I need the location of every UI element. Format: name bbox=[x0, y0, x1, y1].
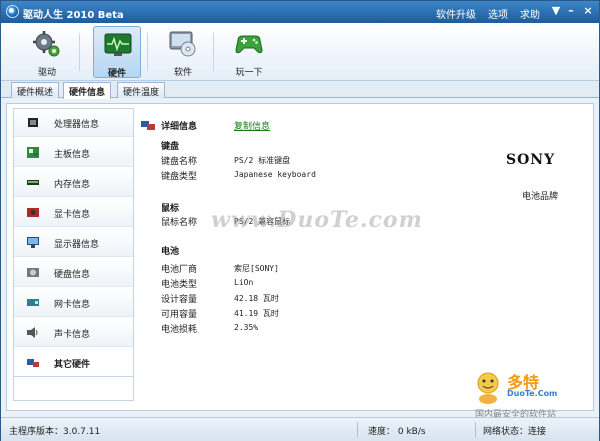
sidebar-item-label: 内存信息 bbox=[54, 180, 91, 190]
memory-icon bbox=[27, 180, 39, 185]
info-label: 键盘名称 bbox=[161, 157, 198, 167]
sidebar-item-monitor[interactable]: 显示器信息 bbox=[14, 229, 133, 257]
status-bar: 主程序版本：3.0.7.11 速度： 0 kB/s 网络状态：连接 bbox=[1, 417, 599, 441]
graphics-card-icon bbox=[27, 208, 39, 217]
site-watermark: www.DuoTe.com bbox=[211, 207, 423, 233]
info-label: 键盘类型 bbox=[161, 172, 198, 182]
close-icon[interactable]: × bbox=[581, 4, 595, 17]
toolbar-label: 驱动 bbox=[37, 68, 56, 78]
motherboard-icon bbox=[27, 147, 39, 158]
copy-info-link[interactable]: 复制信息 bbox=[234, 119, 270, 132]
info-label: 可用容量 bbox=[161, 310, 198, 320]
hard-disk-icon bbox=[27, 268, 39, 277]
menu-options[interactable]: 选项 bbox=[488, 6, 508, 21]
other-hardware-icon bbox=[27, 359, 39, 367]
section-mouse-title: 鼠标 bbox=[161, 204, 180, 214]
sidebar-item-motherboard[interactable]: 主板信息 bbox=[14, 139, 133, 167]
toolbar-label: 玩一下 bbox=[235, 68, 263, 78]
speed-status: 速度： 0 kB/s bbox=[368, 427, 426, 437]
minimize-icon[interactable]: – bbox=[564, 4, 578, 17]
gears-icon bbox=[33, 31, 60, 57]
toolbar-hardware-button[interactable]: 硬件 bbox=[93, 26, 141, 79]
toolbar-software-button[interactable]: 软件 bbox=[159, 26, 207, 78]
sidebar-item-label: 硬盘信息 bbox=[54, 270, 91, 280]
sidebar-item-label: 处理器信息 bbox=[54, 120, 100, 130]
toolbar-divider bbox=[213, 33, 214, 71]
duote-corner-logo: 多特 DuoTe.Com 国内最安全的软件站 bbox=[469, 367, 599, 421]
sidebar-item-label: 声卡信息 bbox=[54, 330, 91, 340]
info-value: LiOn bbox=[234, 278, 254, 287]
toolbar-divider bbox=[79, 33, 80, 71]
main-toolbar: 驱动 硬件 软件 玩一下 bbox=[1, 23, 599, 81]
sound-card-icon bbox=[27, 327, 38, 338]
info-value: 41.19 瓦时 bbox=[234, 309, 279, 318]
hardware-monitor-icon bbox=[104, 33, 132, 56]
sidebar-item-label: 主板信息 bbox=[54, 150, 91, 160]
sidebar-item-cpu[interactable]: 处理器信息 bbox=[14, 109, 133, 137]
info-label: 设计容量 bbox=[161, 295, 198, 305]
tab-hardware-overview[interactable]: 硬件概述 bbox=[11, 82, 60, 98]
tab-hardware-info[interactable]: 硬件信息 bbox=[63, 82, 112, 99]
info-value: 2.35% bbox=[234, 323, 259, 332]
sidebar-item-label: 显示器信息 bbox=[54, 240, 100, 250]
menu-software-upgrade[interactable]: 软件升级 bbox=[436, 6, 476, 21]
network-card-icon bbox=[27, 299, 39, 306]
sidebar-item-sound-card[interactable]: 声卡信息 bbox=[14, 319, 133, 347]
sidebar-item-label: 显卡信息 bbox=[54, 210, 91, 220]
hardware-tabs: 硬件概述 硬件信息 硬件温度 bbox=[1, 81, 599, 99]
sidebar-item-other-hardware[interactable]: 其它硬件 bbox=[14, 349, 133, 377]
status-divider bbox=[357, 422, 358, 437]
version-status: 主程序版本：3.0.7.11 bbox=[9, 427, 101, 437]
mascot-icon bbox=[477, 372, 499, 404]
section-battery-title: 电池 bbox=[161, 247, 180, 257]
sidebar-item-memory[interactable]: 内存信息 bbox=[14, 169, 133, 197]
info-value: PS/2 标准键盘 bbox=[234, 156, 291, 165]
app-window: 驱动人生 2010 Beta 软件升级 选项 求助 ▼ – × 驱动 硬件 软件… bbox=[0, 0, 600, 441]
hardware-sidebar: 处理器信息 主板信息 内存信息 显卡信息 显示器信息 硬盘信息 网卡信息 声卡信… bbox=[13, 108, 134, 401]
app-logo-icon bbox=[6, 5, 19, 18]
app-title: 驱动人生 2010 Beta bbox=[23, 10, 124, 21]
info-label: 鼠标名称 bbox=[161, 218, 198, 228]
toolbar-label: 软件 bbox=[173, 68, 192, 78]
info-label: 电池类型 bbox=[161, 280, 198, 290]
toolbar-driver-button[interactable]: 驱动 bbox=[23, 26, 71, 78]
network-status: 网络状态：连接 bbox=[483, 427, 547, 437]
detail-title: 详细信息 bbox=[161, 122, 198, 132]
battery-brand-caption: 电池品牌 bbox=[522, 192, 559, 202]
info-label: 电池厂商 bbox=[161, 265, 198, 275]
section-keyboard-title: 键盘 bbox=[161, 142, 180, 152]
info-label: 电池损耗 bbox=[161, 325, 198, 335]
software-disc-icon bbox=[169, 31, 196, 57]
menu-help[interactable]: 求助 bbox=[520, 6, 540, 21]
sony-brand-logo: SONY bbox=[506, 152, 556, 168]
toolbar-play-button[interactable]: 玩一下 bbox=[225, 26, 273, 78]
cpu-icon bbox=[28, 118, 38, 127]
sidebar-item-hard-disk[interactable]: 硬盘信息 bbox=[14, 259, 133, 287]
gamepad-icon bbox=[235, 35, 263, 54]
sidebar-item-network-card[interactable]: 网卡信息 bbox=[14, 289, 133, 317]
menu-dropdown-icon[interactable]: ▼ bbox=[549, 4, 563, 17]
title-bar[interactable]: 驱动人生 2010 Beta 软件升级 选项 求助 ▼ – × bbox=[1, 1, 599, 23]
toolbar-divider bbox=[147, 33, 148, 71]
sidebar-item-graphics-card[interactable]: 显卡信息 bbox=[14, 199, 133, 227]
corner-logo-domain: DuoTe.Com bbox=[507, 389, 558, 398]
sidebar-item-label: 网卡信息 bbox=[54, 300, 91, 310]
sidebar-item-label: 其它硬件 bbox=[54, 360, 91, 370]
info-value: Japanese keyboard bbox=[234, 170, 316, 179]
details-icon bbox=[141, 121, 155, 130]
tab-hardware-temperature[interactable]: 硬件温度 bbox=[117, 82, 166, 98]
status-divider bbox=[475, 422, 476, 437]
info-value: 索尼[SONY] bbox=[234, 264, 279, 273]
monitor-icon bbox=[27, 237, 39, 248]
info-value: 42.18 瓦时 bbox=[234, 294, 279, 303]
toolbar-label: 硬件 bbox=[107, 69, 126, 79]
